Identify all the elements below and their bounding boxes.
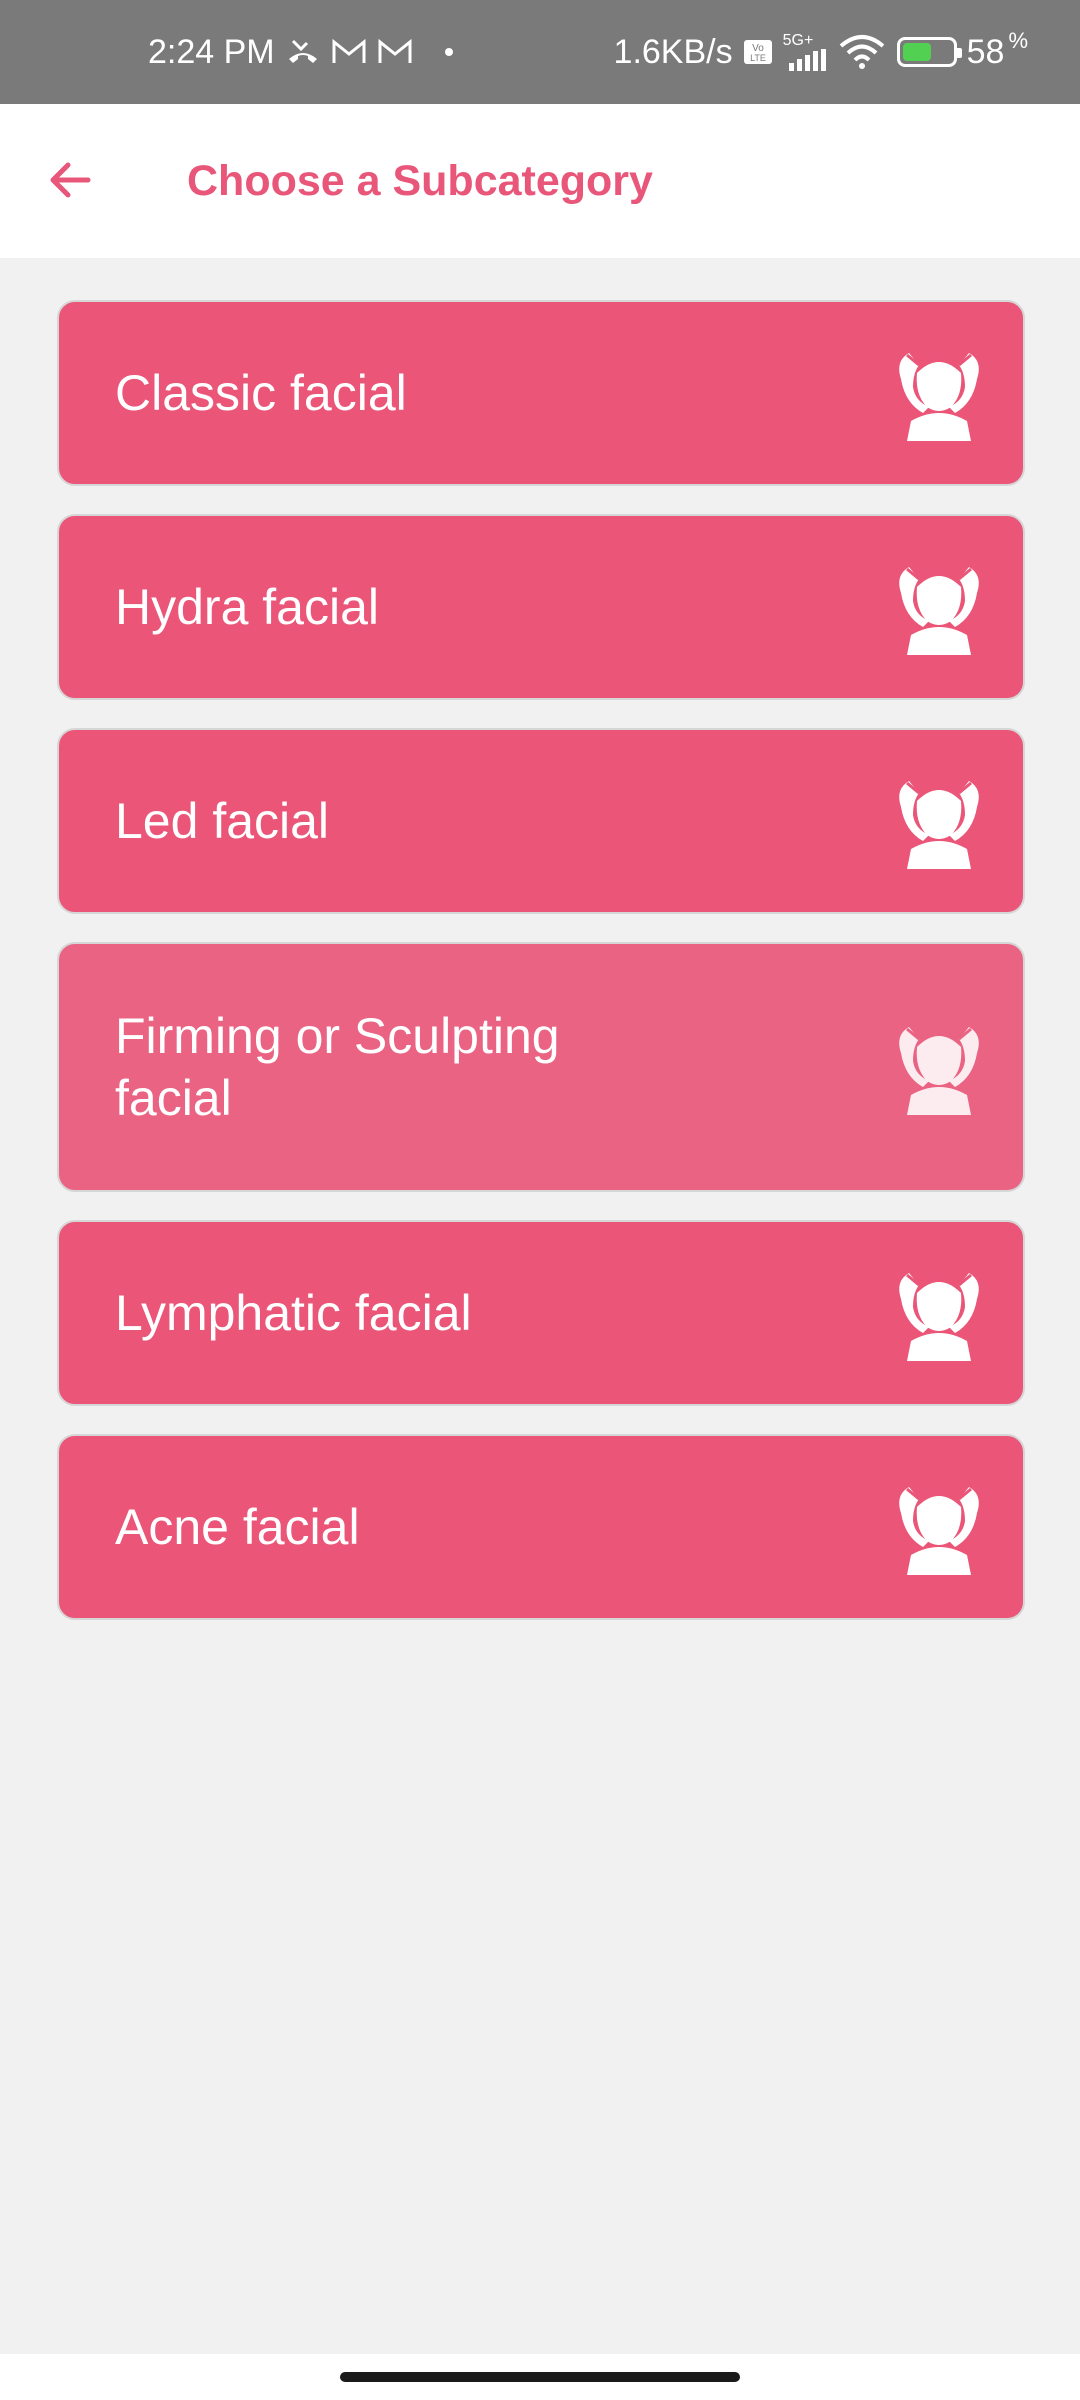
subcategory-label: Lymphatic facial — [115, 1285, 472, 1341]
subcategory-card-classic-facial[interactable]: Classic facial — [57, 300, 1025, 486]
subcategory-label: Classic facial — [115, 365, 407, 421]
subcategory-card-led-facial[interactable]: Led facial — [57, 728, 1025, 914]
network-speed: 1.6KB/s — [613, 32, 733, 71]
battery-level — [902, 43, 931, 61]
facial-massage-icon — [899, 1027, 979, 1115]
status-time: 2:24 PM — [148, 32, 275, 71]
gmail-icon — [331, 38, 367, 66]
gmail-icon — [377, 38, 413, 66]
signal-icon: 5G+ — [783, 33, 827, 71]
subcategory-label: Acne facial — [115, 1499, 360, 1555]
status-bar-right: 1.6KB/s Vo LTE 5G+ 58 % — [614, 0, 1028, 104]
facial-massage-icon — [899, 1487, 979, 1575]
battery-percent-sign: % — [1008, 28, 1028, 53]
subcategory-label: Hydra facial — [115, 579, 379, 635]
subcategory-label: Led facial — [115, 793, 330, 849]
page-title: Choose a Subcategory — [187, 157, 653, 205]
status-bar-left: 2:24 PM — [148, 0, 453, 104]
subcategory-card-acne-facial[interactable]: Acne facial — [57, 1434, 1025, 1620]
gesture-handle[interactable] — [340, 2372, 740, 2382]
arrow-left-icon — [50, 162, 91, 198]
facial-massage-icon — [899, 353, 979, 441]
volte-icon: Vo LTE — [743, 37, 773, 67]
missed-call-icon — [285, 37, 321, 67]
subcategory-list: Classic facial Hydra facial Led facial F… — [57, 300, 1025, 1648]
network-type: 5G+ — [782, 32, 814, 49]
battery-percent: 58 — [966, 32, 1005, 71]
wifi-icon — [837, 34, 887, 70]
facial-massage-icon — [899, 567, 979, 655]
facial-massage-icon — [899, 1273, 979, 1361]
facial-massage-icon — [899, 781, 979, 869]
subcategory-card-firming-or-sculpting-facial[interactable]: Firming or Sculpting facial — [57, 942, 1025, 1192]
back-button[interactable] — [38, 148, 102, 212]
subcategory-card-hydra-facial[interactable]: Hydra facial — [57, 514, 1025, 700]
subcategory-card-lymphatic-facial[interactable]: Lymphatic facial — [57, 1220, 1025, 1406]
notification-dot-icon — [444, 48, 453, 56]
app-bar: Choose a Subcategory — [0, 104, 1080, 258]
battery-charging-icon — [896, 37, 962, 67]
status-bar: 2:24 PM 1.6KB/s Vo LTE 5G+ 58 % — [0, 0, 1080, 104]
svg-text:LTE: LTE — [750, 53, 766, 63]
subcategory-label: Firming or Sculpting facial — [115, 1008, 560, 1126]
